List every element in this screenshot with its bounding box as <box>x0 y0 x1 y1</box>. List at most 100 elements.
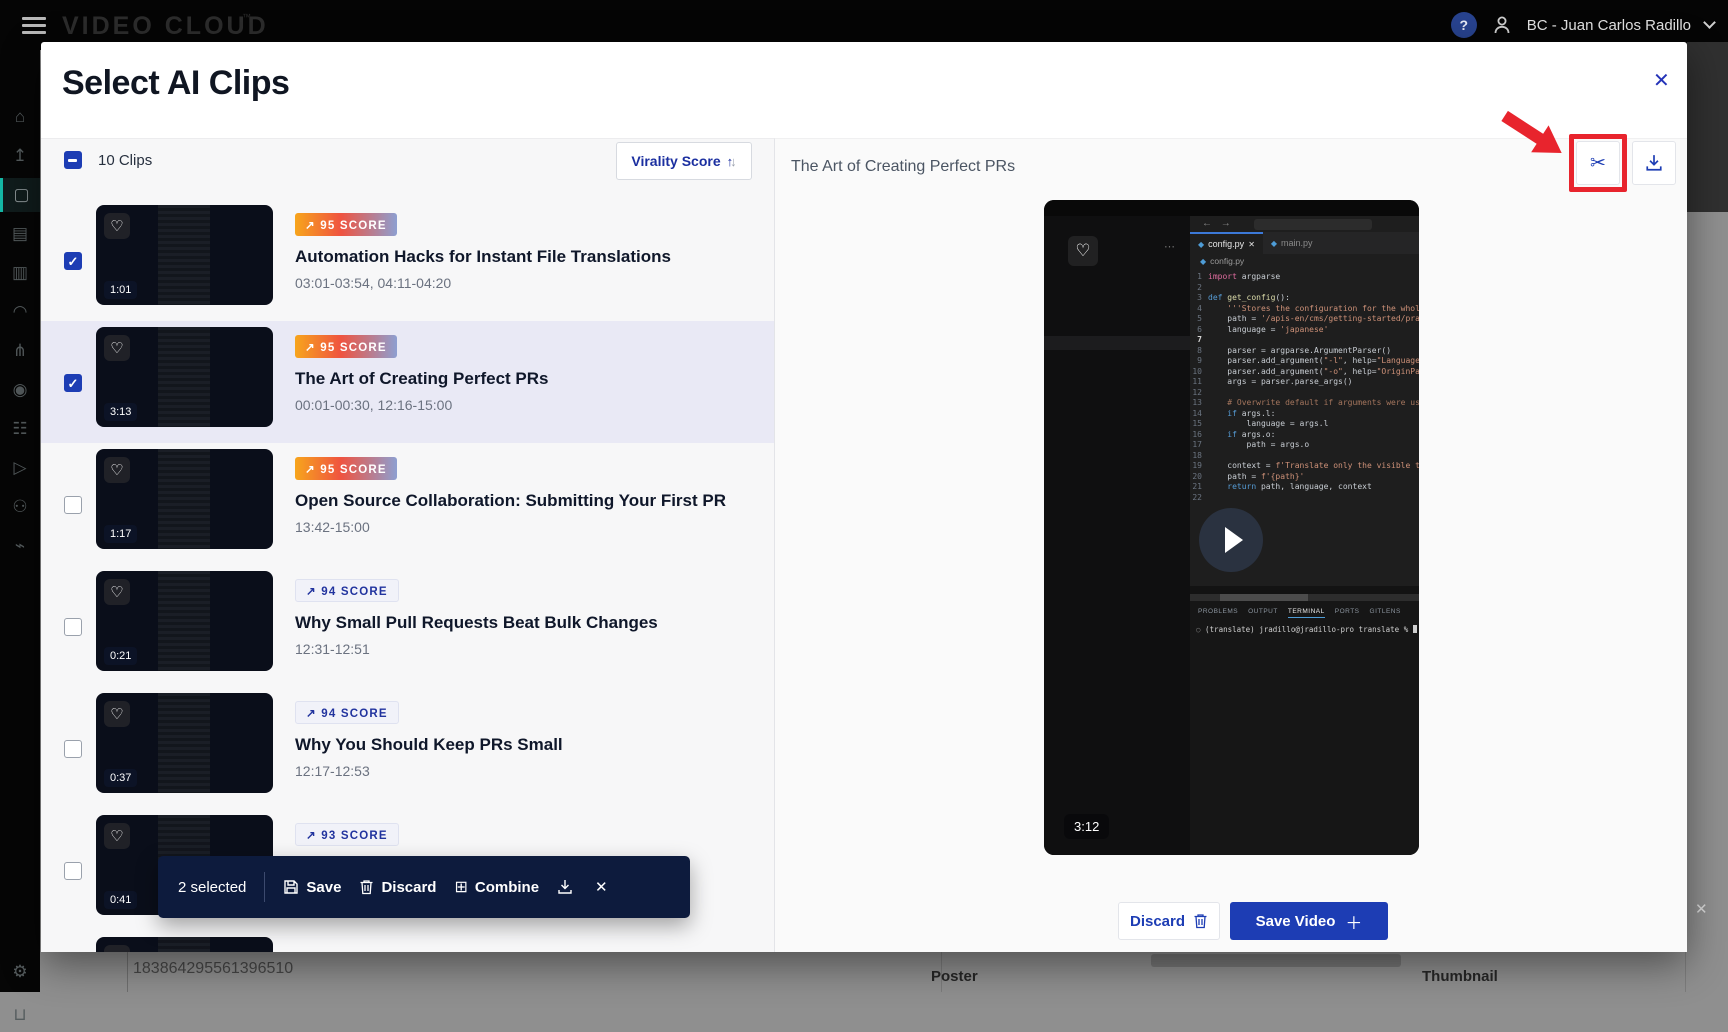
sidebar-cart-icon[interactable]: ⊔ <box>0 998 40 1032</box>
clip-row-1[interactable]: ♡ 1:01 ↗ 95 SCORE Automation Hacks for I… <box>41 199 775 321</box>
clip-row-2[interactable]: ♡ 3:13 ↗ 95 SCORE The Art of Creating Pe… <box>41 321 775 443</box>
clip-duration-badge: 0:37 <box>104 769 137 787</box>
annotation-arrow <box>1493 106 1575 164</box>
clip-checkbox[interactable] <box>64 374 82 392</box>
heart-icon[interactable]: ♡ <box>104 579 130 605</box>
clip-duration-badge: 0:21 <box>104 647 137 665</box>
modal-title: Select AI Clips <box>62 64 289 103</box>
heart-icon[interactable]: ♡ <box>104 457 130 483</box>
sidebar-audience-icon[interactable]: ◉ <box>0 373 40 407</box>
sort-arrows-icon: ↑↓ <box>727 154 737 169</box>
play-button[interactable] <box>1199 508 1263 572</box>
select-all-checkbox[interactable] <box>64 151 82 169</box>
background-video-id: 183864295561396510 <box>133 960 293 978</box>
close-icon[interactable]: ✕ <box>1653 68 1670 93</box>
annotation-highlight-box <box>1569 134 1627 192</box>
clip-checkbox[interactable] <box>64 618 82 636</box>
favorite-heart-icon[interactable]: ♡ <box>1068 236 1098 266</box>
sidebar-analytics-icon[interactable]: ☷ <box>0 412 40 446</box>
terminal-tab-problems: PROBLEMS <box>1198 608 1238 618</box>
clip-thumbnail[interactable]: ♡ 1:01 <box>96 205 273 305</box>
sidebar-users-icon[interactable]: ⚇ <box>0 490 40 524</box>
virality-sort-button[interactable]: Virality Score ↑↓ <box>616 142 752 180</box>
heart-icon[interactable]: ♡ <box>104 701 130 727</box>
background-close-icon: ✕ <box>1695 900 1708 918</box>
clip-thumbnail[interactable]: ♡ <box>96 937 273 952</box>
combine-icon: ⊞ <box>454 877 467 897</box>
clip-checkbox[interactable] <box>64 252 82 270</box>
heart-icon[interactable]: ♡ <box>104 335 130 361</box>
sidebar-media-icon[interactable]: ▤ <box>0 217 40 251</box>
help-icon[interactable]: ? <box>1451 12 1477 38</box>
save-icon <box>283 879 299 895</box>
toolbar-discard-button[interactable]: Discard <box>359 879 436 896</box>
clip-checkbox[interactable] <box>64 862 82 880</box>
clip-checkbox[interactable] <box>64 740 82 758</box>
clip-times: 12:31-12:51 <box>295 641 370 657</box>
virality-score-badge: ↗ 93 SCORE <box>295 823 399 846</box>
virality-score-badge: ↗ 95 SCORE <box>295 457 397 480</box>
clip-row-3[interactable]: ♡ 1:17 ↗ 95 SCORE Open Source Collaborat… <box>41 443 775 565</box>
clip-duration-badge: 1:17 <box>104 525 137 543</box>
clip-duration-badge: 1:01 <box>104 281 137 299</box>
discard-button[interactable]: Discard <box>1118 902 1220 940</box>
heart-icon[interactable]: ♡ <box>104 945 130 952</box>
sidebar-video-camera-icon[interactable]: ▢ <box>0 178 40 212</box>
sidebar-upload-icon[interactable]: ↥ <box>0 139 40 173</box>
clip-title: Why Small Pull Requests Beat Bulk Change… <box>295 613 658 633</box>
clip-row-4[interactable]: ♡ 0:21 ↗ 94 SCORE Why Small Pull Request… <box>41 565 775 687</box>
selection-toolbar: 2 selected Save Discard ⊞ Combine <box>158 856 690 918</box>
clip-thumbnail[interactable]: ♡ 0:37 <box>96 693 273 793</box>
toolbar-download-button[interactable] <box>557 879 573 895</box>
dim-overlay-right: ✕ <box>1687 42 1728 992</box>
clips-list-panel: 10 Clips Virality Score ↑↓ ♡ 1:01 ↗ 95 S… <box>41 138 775 952</box>
editor-searchbox <box>1254 219 1372 230</box>
heart-icon[interactable]: ♡ <box>104 823 130 849</box>
menu-icon[interactable] <box>22 17 46 34</box>
video-player[interactable]: ⋯ ← → ◆config.py✕ ◆main.py ◆config.py 1i… <box>1044 200 1419 855</box>
clip-thumbnail[interactable]: ♡ 3:13 <box>96 327 273 427</box>
clip-checkbox[interactable] <box>64 496 82 514</box>
account-name[interactable]: BC - Juan Carlos Radillo <box>1527 17 1691 34</box>
clips-list-header: 10 Clips Virality Score ↑↓ <box>41 139 775 191</box>
download-clip-button[interactable] <box>1632 141 1676 185</box>
preview-duration-badge: 3:12 <box>1064 814 1109 839</box>
select-ai-clips-modal: Select AI Clips ✕ 10 Clips Virality Scor… <box>41 42 1687 952</box>
virality-score-badge: ↗ 95 SCORE <box>295 335 397 358</box>
sidebar-tv-icon[interactable]: ▥ <box>0 256 40 290</box>
sidebar-share-icon[interactable]: ⋔ <box>0 334 40 368</box>
clip-row-5[interactable]: ♡ 0:37 ↗ 94 SCORE Why You Should Keep PR… <box>41 687 775 809</box>
clip-row-7[interactable]: ♡ <box>41 931 775 952</box>
editor-tab-main: ◆main.py <box>1263 232 1321 254</box>
sidebar-gear-icon[interactable]: ⚙ <box>0 955 40 989</box>
clip-times: 13:42-15:00 <box>295 519 370 535</box>
clip-title: The Art of Creating Perfect PRs <box>295 369 548 389</box>
toolbar-divider <box>264 872 265 902</box>
trash-icon <box>1193 913 1208 929</box>
heart-icon[interactable]: ♡ <box>104 213 130 239</box>
toolbar-save-button[interactable]: Save <box>283 879 341 896</box>
toolbar-close-icon[interactable]: ✕ <box>595 878 608 896</box>
editor-breadcrumb: ◆config.py <box>1200 256 1244 266</box>
virality-score-badge: ↗ 94 SCORE <box>295 701 399 724</box>
sidebar-plug-icon[interactable]: ⌁ <box>0 529 40 563</box>
clip-times: 03:01-03:54, 04:11-04:20 <box>295 275 451 291</box>
dim-overlay-bottom: 183864295561396510 Poster Thumbnail <box>41 952 1687 992</box>
toolbar-combine-button[interactable]: ⊞ Combine <box>454 877 539 897</box>
save-video-button[interactable]: Save Video＋ <box>1230 902 1388 940</box>
editor-scrollbar <box>1190 594 1419 601</box>
sidebar-player-icon[interactable]: ▷ <box>0 451 40 485</box>
clip-title: Automation Hacks for Instant File Transl… <box>295 247 671 267</box>
terminal-region: PROBLEMSOUTPUTTERMINALPORTSGITLENS ○ (tr… <box>1190 601 1419 855</box>
virality-score-badge: ↗ 95 SCORE <box>295 213 397 236</box>
terminal-tab-output: OUTPUT <box>1248 608 1278 618</box>
background-poster-label: Poster <box>931 968 978 985</box>
clip-thumbnail[interactable]: ♡ 0:21 <box>96 571 273 671</box>
editor-sidebar-region: ⋯ <box>1044 216 1190 855</box>
sidebar-home-icon[interactable]: ⌂ <box>0 100 40 134</box>
clip-title: Open Source Collaboration: Submitting Yo… <box>295 491 726 511</box>
sidebar-chat-icon[interactable]: ◠ <box>0 295 40 329</box>
chevron-down-icon[interactable] <box>1703 16 1716 29</box>
clip-thumbnail[interactable]: ♡ 1:17 <box>96 449 273 549</box>
background-thumbnail-label: Thumbnail <box>1422 968 1498 985</box>
